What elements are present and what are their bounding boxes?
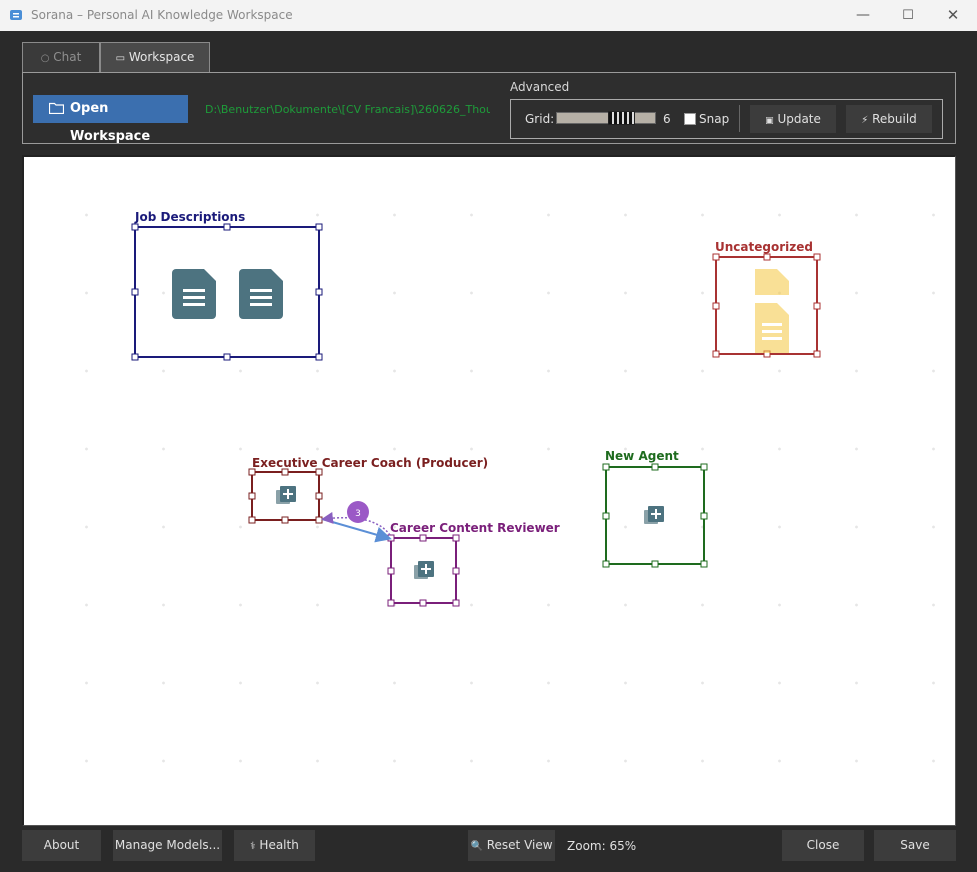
grid-slider[interactable] bbox=[556, 112, 656, 124]
workspace-path: D:\Benutzer\Dokumente\[CV Francais]\2606… bbox=[205, 103, 490, 116]
toolbar-divider bbox=[739, 105, 740, 132]
group-label-new-agent: New Agent bbox=[605, 449, 679, 463]
document-icon[interactable] bbox=[239, 269, 283, 319]
add-agent-icon[interactable] bbox=[644, 506, 664, 524]
reset-view-button[interactable]: 🔍 Reset View bbox=[468, 830, 555, 861]
close-button[interactable]: Close bbox=[782, 830, 864, 861]
update-icon: ▣ bbox=[765, 116, 774, 126]
folder-icon: ▭ bbox=[115, 53, 126, 64]
canvas-graph: 3 bbox=[131, 223, 821, 607]
advanced-label: Advanced bbox=[510, 80, 570, 94]
save-button[interactable]: Save bbox=[874, 830, 956, 861]
tab-chat-label: Chat bbox=[53, 50, 82, 64]
group-label-career-content-reviewer: Career Content Reviewer bbox=[390, 521, 560, 535]
chat-bubble-icon: ○ bbox=[40, 53, 50, 64]
resize-handles[interactable] bbox=[131, 223, 323, 361]
zoom-level: Zoom: 65% bbox=[567, 839, 637, 853]
rebuild-label: Rebuild bbox=[872, 112, 917, 126]
group-label-job-descriptions: Job Descriptions bbox=[135, 210, 246, 224]
close-window-button[interactable]: ✕ bbox=[930, 0, 976, 31]
rebuild-button[interactable]: ⚡ Rebuild bbox=[846, 105, 932, 133]
reset-view-label: Reset View bbox=[486, 838, 553, 852]
about-button[interactable]: About bbox=[22, 830, 101, 861]
health-label: Health bbox=[259, 838, 299, 852]
snap-checkbox[interactable] bbox=[684, 113, 696, 125]
folder-icon bbox=[49, 102, 64, 114]
tab-workspace-label: Workspace bbox=[128, 50, 195, 64]
grid-value: 6 bbox=[663, 112, 671, 126]
title-bar: Sorana – Personal AI Knowledge Workspace… bbox=[0, 0, 977, 31]
maximize-button[interactable]: ☐ bbox=[885, 0, 931, 31]
update-label: Update bbox=[777, 112, 821, 126]
group-label-executive-career-coach: Executive Career Coach (Producer) bbox=[252, 456, 489, 470]
app-icon bbox=[10, 10, 22, 20]
connection-badge-count: 3 bbox=[355, 509, 361, 519]
group-frame-job-descriptions[interactable] bbox=[134, 226, 320, 358]
add-agent-icon[interactable] bbox=[414, 561, 434, 579]
update-button[interactable]: ▣ Update bbox=[750, 105, 836, 133]
stethoscope-icon: ⚕ bbox=[250, 841, 256, 852]
health-button[interactable]: ⚕ Health bbox=[234, 830, 315, 861]
tab-workspace[interactable]: ▭ Workspace bbox=[100, 42, 210, 72]
add-agent-icon[interactable] bbox=[276, 486, 296, 504]
minimize-button[interactable]: — bbox=[840, 0, 886, 31]
window-title: Sorana – Personal AI Knowledge Workspace bbox=[31, 8, 293, 22]
group-label-uncategorized: Uncategorized bbox=[715, 240, 813, 254]
document-icon-faded[interactable] bbox=[755, 269, 789, 353]
grid-slider-handle[interactable] bbox=[608, 111, 635, 125]
grid-label: Grid: bbox=[525, 112, 555, 126]
manage-models-button[interactable]: Manage Models... bbox=[113, 830, 222, 861]
document-icon[interactable] bbox=[172, 269, 216, 319]
workspace-canvas[interactable]: 3 Job Descriptions Uncategorized Executi… bbox=[22, 155, 956, 826]
tab-chat[interactable]: ○ Chat bbox=[22, 42, 100, 72]
lightning-icon: ⚡ bbox=[861, 115, 869, 126]
snap-label: Snap bbox=[699, 112, 730, 126]
magnifier-icon: 🔍 bbox=[470, 841, 483, 852]
